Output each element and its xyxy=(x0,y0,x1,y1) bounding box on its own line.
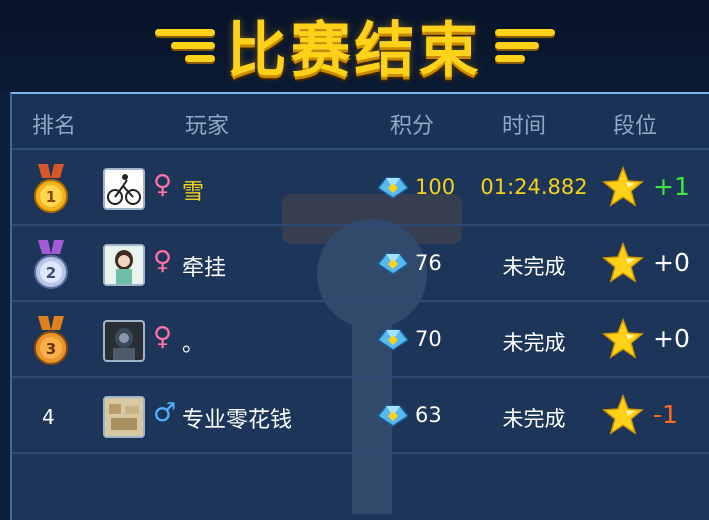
medal-rank-label: 1 xyxy=(46,188,56,206)
finish-time: 01:24.882 xyxy=(480,175,588,199)
tier-change: +0 xyxy=(653,324,690,353)
score-gem-icon xyxy=(376,253,410,275)
star-icon xyxy=(602,242,644,283)
tier-change: +0 xyxy=(653,248,690,277)
finish-time: 未完成 xyxy=(502,331,566,355)
tier-change: -1 xyxy=(653,400,678,429)
player-name: 。 xyxy=(182,332,205,357)
photo-avatar-icon xyxy=(105,398,143,436)
column-header-score: 积分 xyxy=(390,114,435,139)
female-icon: ♀ xyxy=(153,322,173,352)
player-name: 专业零花钱 xyxy=(182,408,293,433)
table-row[interactable]: 1 ♀ 雪 100 01:24.882 +1 xyxy=(12,150,709,226)
finish-time: 未完成 xyxy=(502,255,566,279)
title-deco-left xyxy=(154,28,215,62)
avatar[interactable] xyxy=(103,320,145,362)
female-icon: ♀ xyxy=(153,170,173,200)
star-icon xyxy=(602,318,644,359)
silver-medal-icon: 2 xyxy=(34,240,68,289)
player-name: 雪 xyxy=(182,180,205,205)
rank-number: 4 xyxy=(42,405,55,429)
avatar[interactable] xyxy=(103,168,145,210)
table-row[interactable]: 2 ♀ 牵挂 76 未完成 +0 xyxy=(12,226,709,302)
table-row[interactable]: 3 ♀ 。 70 未完成 +0 xyxy=(12,302,709,378)
star-icon xyxy=(602,394,644,435)
girl-avatar-icon xyxy=(105,246,143,284)
avatar[interactable] xyxy=(103,244,145,286)
score-gem-icon xyxy=(376,329,410,351)
column-header-player: 玩家 xyxy=(185,114,230,139)
column-header-row: 排名 玩家 积分 时间 段位 xyxy=(12,94,709,150)
score-value: 63 xyxy=(415,403,442,427)
score-value: 70 xyxy=(415,327,442,351)
motorbike-avatar-icon xyxy=(107,174,141,205)
column-header-time: 时间 xyxy=(502,114,547,139)
avatar[interactable] xyxy=(103,396,145,438)
column-header-tier: 段位 xyxy=(613,114,658,139)
table-row[interactable]: 4 ♂ 专业零花钱 63 未完成 -1 xyxy=(12,378,709,454)
score-gem-icon xyxy=(376,177,410,199)
male-icon: ♂ xyxy=(153,398,177,428)
title-deco-right xyxy=(494,28,555,62)
medal-rank-label: 3 xyxy=(46,340,56,358)
tier-change: +1 xyxy=(653,172,690,201)
results-panel: 排名 玩家 积分 时间 段位 1 ♀ 雪 100 01:24.882 +1 2 … xyxy=(10,92,709,520)
header-bar: 比赛结束 xyxy=(0,0,709,92)
finish-time: 未完成 xyxy=(502,407,566,431)
column-header-rank: 排名 xyxy=(32,114,77,139)
player-name: 牵挂 xyxy=(182,256,227,281)
title-banner: 比赛结束 xyxy=(0,0,709,90)
score-gem-icon xyxy=(376,405,410,427)
gold-medal-icon: 1 xyxy=(34,164,68,213)
bronze-medal-icon: 3 xyxy=(34,316,68,365)
score-value: 76 xyxy=(415,251,442,275)
page-title: 比赛结束 xyxy=(226,15,483,86)
star-icon xyxy=(602,166,644,207)
photo-avatar-icon xyxy=(105,322,143,360)
medal-rank-label: 2 xyxy=(46,264,56,282)
score-value: 100 xyxy=(415,175,456,199)
female-icon: ♀ xyxy=(153,246,173,276)
